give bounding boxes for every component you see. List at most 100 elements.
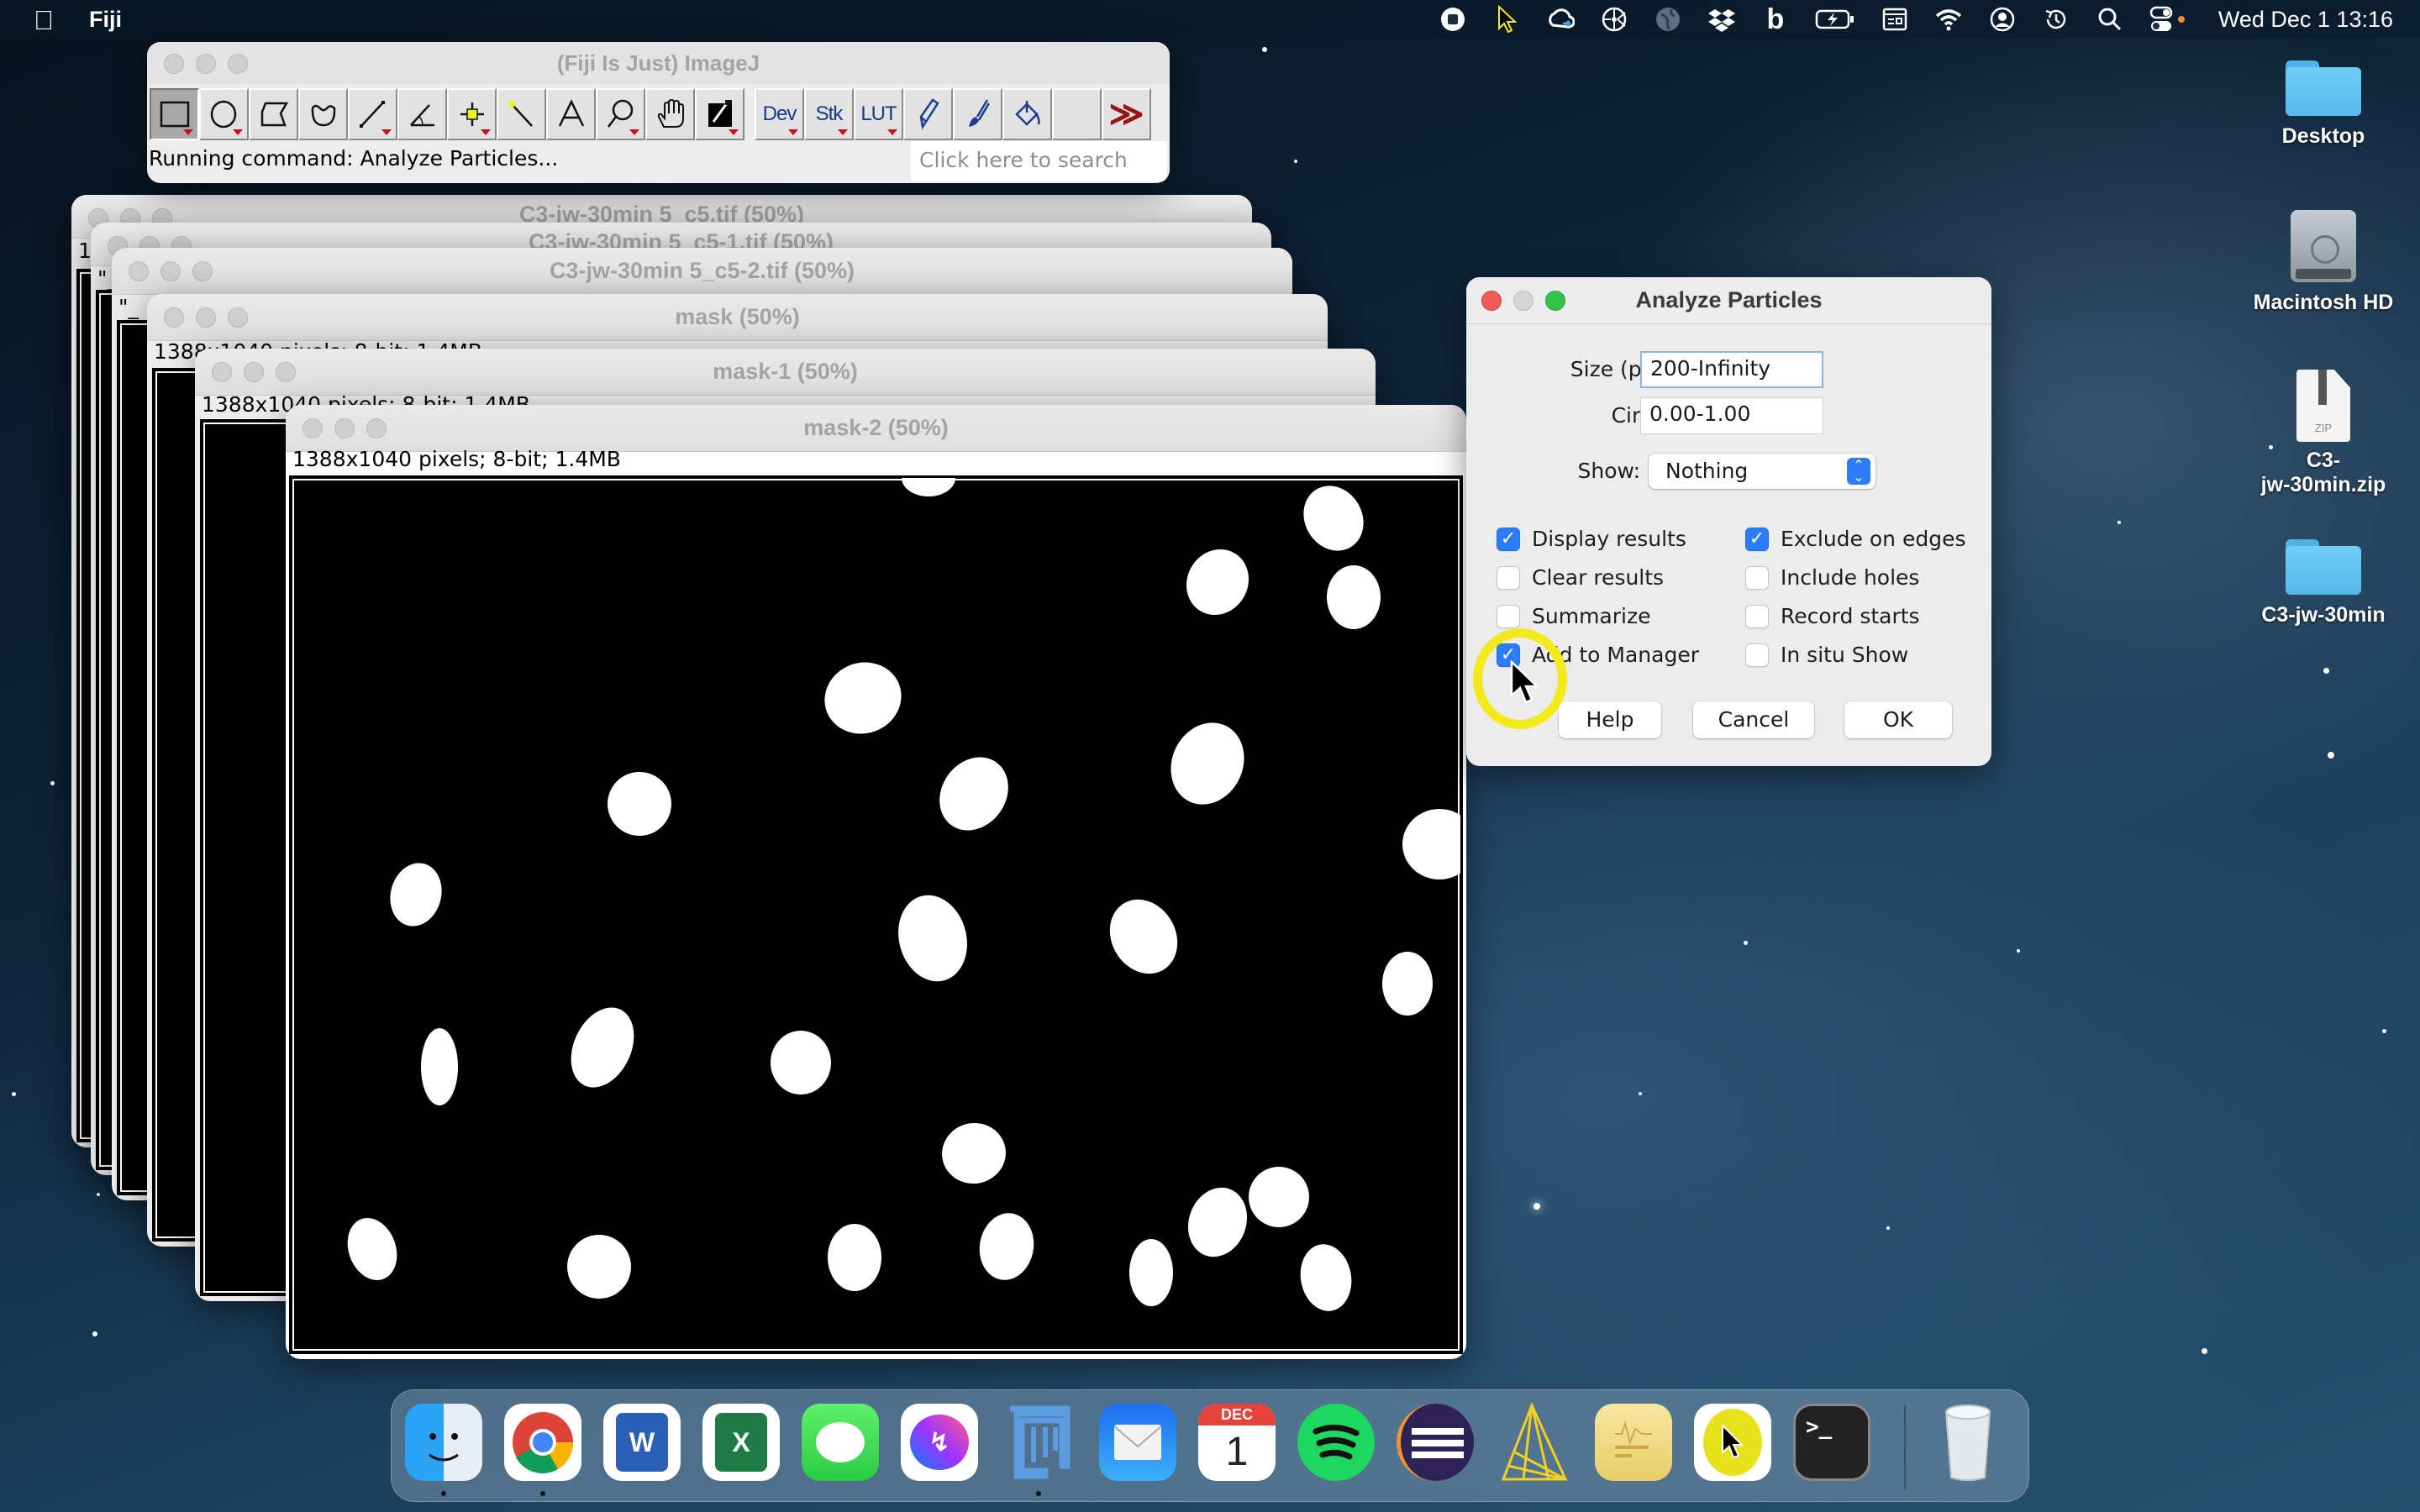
size-input[interactable]: 200-Infinity <box>1640 351 1823 388</box>
dock-chrome-icon[interactable] <box>504 1404 581 1481</box>
clear-results-checkbox[interactable]: Clear results <box>1497 565 1664 590</box>
dropbox-icon[interactable] <box>1707 5 1736 34</box>
exclude-on-edges-checkbox[interactable]: ✓ Exclude on edges <box>1745 527 1966 551</box>
brush-tool[interactable] <box>953 88 1002 140</box>
dock-prism-icon[interactable] <box>1496 1402 1573 1481</box>
in-situ-show-checkbox[interactable]: In situ Show <box>1745 643 1908 667</box>
include-holes-checkbox[interactable]: Include holes <box>1745 565 1919 590</box>
more-tools-button[interactable]: ≫ <box>1102 88 1151 140</box>
checkbox-label: Display results <box>1532 527 1686 551</box>
desktop-icon-label: C3-jw-30min <box>2261 603 2386 627</box>
folder-icon <box>2286 539 2361 595</box>
checkbox-checked[interactable]: ✓ <box>1745 527 1769 551</box>
polygon-tool[interactable] <box>249 88 298 140</box>
imagej-main-window[interactable]: (Fiji Is Just) ImageJ Dev Stk LUT ≫ Runn… <box>147 42 1170 183</box>
dock-stickies-icon[interactable] <box>1595 1404 1672 1481</box>
oval-tool[interactable] <box>199 88 249 140</box>
cancel-button[interactable]: Cancel <box>1693 701 1814 738</box>
dock-messages-icon[interactable] <box>802 1404 879 1481</box>
wifi-icon[interactable] <box>1934 5 1963 34</box>
desktop-icon-c3-folder[interactable]: C3-jw-30min <box>2239 539 2407 627</box>
control-center-icon[interactable] <box>2149 5 2188 34</box>
search-field[interactable]: Click here to search <box>911 141 1167 181</box>
dock-terminal-icon[interactable]: >_ <box>1793 1404 1870 1481</box>
dock-messenger-icon[interactable]: ↯ <box>901 1404 978 1481</box>
record-starts-checkbox[interactable]: Record starts <box>1745 604 1920 628</box>
dock-spotify-icon[interactable] <box>1297 1404 1375 1481</box>
summarize-checkbox[interactable]: Summarize <box>1497 604 1650 628</box>
ok-button[interactable]: OK <box>1844 701 1952 738</box>
show-selected-value: Nothing <box>1665 459 1749 483</box>
dev-menu[interactable]: Dev <box>755 88 804 140</box>
app-menu-fiji[interactable]: Fiji <box>89 7 122 33</box>
menubar-clock[interactable]: Wed Dec 1 13:16 <box>2218 7 2393 33</box>
dock-calendar-icon[interactable]: DEC 1 <box>1198 1404 1276 1481</box>
dock-cursor-highlighter-icon[interactable] <box>1694 1404 1771 1481</box>
line-tool[interactable] <box>348 88 397 140</box>
checkbox-unchecked[interactable] <box>1745 565 1769 590</box>
magnifier-tool[interactable] <box>596 88 645 140</box>
angle-tool[interactable] <box>397 88 447 140</box>
checkbox-unchecked[interactable] <box>1745 604 1769 628</box>
dock-excel-icon[interactable]: X <box>702 1404 780 1481</box>
particle <box>1109 899 1178 974</box>
particle <box>421 1028 458 1105</box>
creative-cloud-icon[interactable] <box>1546 5 1575 34</box>
checkbox-unchecked[interactable] <box>1745 643 1769 667</box>
particle <box>1186 549 1249 616</box>
help-button[interactable]: Help <box>1559 701 1661 738</box>
empty-tool-slot[interactable] <box>1052 88 1102 140</box>
particle-mask <box>347 478 1460 1311</box>
display-results-checkbox[interactable]: ✓ Display results <box>1497 527 1686 551</box>
user-account-icon[interactable] <box>1988 5 2017 34</box>
image-window-mask-2[interactable]: mask-2 (50%) 1388x1040 pixels; 8-bit; 1.… <box>286 405 1466 1359</box>
dock-separator <box>1904 1405 1906 1489</box>
desktop-icon-label: C3- <box>2306 449 2341 472</box>
dock-eclipse-icon[interactable] <box>1397 1404 1474 1481</box>
particle <box>979 1213 1034 1280</box>
image-info: 1388x1040 pixels; 8-bit; 1.4MB <box>292 447 621 471</box>
bartender-b-icon[interactable]: b <box>1761 3 1790 35</box>
keyboard-shortcut-icon[interactable] <box>1881 5 1909 34</box>
status-area: b Wed Dec 1 13:16 <box>1439 0 2393 39</box>
flood-fill-tool[interactable] <box>1002 88 1052 140</box>
wand-tool[interactable] <box>497 88 546 140</box>
time-machine-icon[interactable] <box>2042 5 2070 34</box>
text-tool[interactable] <box>546 88 596 140</box>
rectangle-tool[interactable] <box>150 88 199 140</box>
circularity-input[interactable]: 0.00-1.00 <box>1640 397 1823 434</box>
show-dropdown[interactable]: Nothing ⌃ ⌄ <box>1649 454 1876 489</box>
particle <box>1129 1239 1173 1306</box>
apple-menu-icon[interactable]:  <box>34 5 54 36</box>
dock-finder-icon[interactable] <box>405 1404 482 1481</box>
freehand-tool[interactable] <box>298 88 348 140</box>
dock-fiji-icon[interactable] <box>1000 1404 1077 1481</box>
stk-menu[interactable]: Stk <box>804 88 854 140</box>
dock-mail-icon[interactable] <box>1099 1404 1176 1481</box>
particle <box>347 1218 397 1280</box>
mask-image-canvas[interactable] <box>289 475 1463 1354</box>
particle <box>390 863 442 927</box>
dock-trash-icon[interactable] <box>1929 1404 2007 1481</box>
globe-icon[interactable] <box>1654 5 1682 34</box>
point-tool[interactable] <box>447 88 497 140</box>
lut-menu[interactable]: LUT <box>854 88 903 140</box>
compass-icon[interactable] <box>1600 5 1628 34</box>
pointer-highlight-icon[interactable] <box>1492 5 1521 34</box>
checkbox-unchecked[interactable] <box>1497 604 1520 628</box>
battery-charging-icon[interactable] <box>1815 5 1855 34</box>
spotlight-search-icon[interactable] <box>2096 5 2124 34</box>
color-picker-tool[interactable] <box>695 88 744 140</box>
desktop-icon-zip[interactable]: ZIP C3- jw-30min.zip <box>2239 370 2407 497</box>
checkbox-checked[interactable]: ✓ <box>1497 527 1520 551</box>
window-title: (Fiji Is Just) ImageJ <box>556 50 760 76</box>
tool-label: Dev <box>762 102 797 125</box>
checkbox-label: Exclude on edges <box>1781 527 1966 551</box>
pencil-tool[interactable] <box>903 88 953 140</box>
checkbox-unchecked[interactable] <box>1497 565 1520 590</box>
record-stop-icon[interactable] <box>1439 5 1467 34</box>
desktop-icon-macintosh-hd[interactable]: Macintosh HD <box>2239 210 2407 315</box>
desktop-icon-desktop[interactable]: Desktop <box>2239 60 2407 149</box>
hand-tool[interactable] <box>645 88 695 140</box>
dock-word-icon[interactable]: W <box>603 1404 681 1481</box>
